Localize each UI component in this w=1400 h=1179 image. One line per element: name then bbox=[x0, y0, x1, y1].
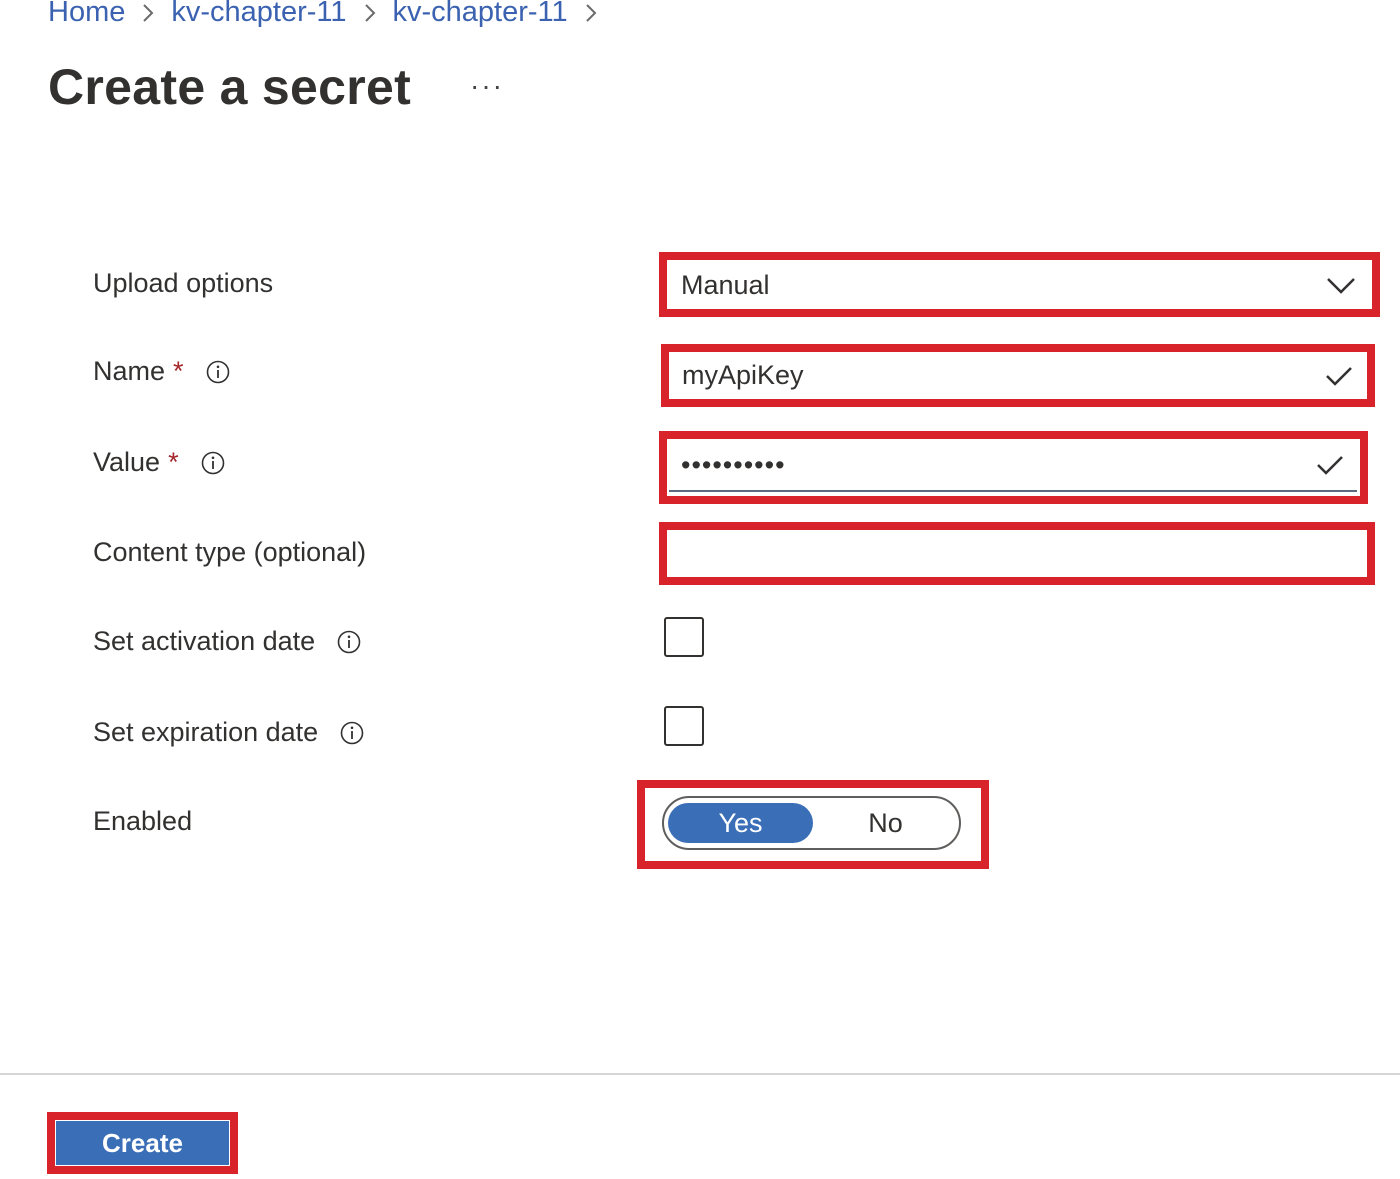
name-input-value: myApiKey bbox=[682, 360, 804, 390]
info-icon[interactable] bbox=[337, 630, 361, 654]
required-marker: * bbox=[168, 447, 179, 477]
more-options-button[interactable]: ··· bbox=[470, 70, 504, 102]
info-icon[interactable] bbox=[340, 721, 364, 745]
activation-date-label: Set activation date bbox=[93, 626, 361, 657]
checkmark-icon bbox=[1313, 448, 1347, 482]
expiration-date-label: Set expiration date bbox=[93, 717, 364, 748]
enabled-toggle[interactable]: Yes No bbox=[662, 796, 961, 850]
upload-options-label-text: Upload options bbox=[93, 268, 274, 298]
activation-date-checkbox[interactable] bbox=[664, 617, 704, 657]
enabled-label: Enabled bbox=[93, 806, 192, 837]
content-type-label-text: Content type (optional) bbox=[93, 537, 367, 567]
value-input[interactable]: •••••••••• bbox=[669, 440, 1357, 492]
breadcrumb-secrets[interactable]: kv-chapter-11 bbox=[393, 0, 568, 29]
upload-options-value: Manual bbox=[681, 269, 770, 300]
breadcrumb-keyvault[interactable]: kv-chapter-11 bbox=[171, 0, 346, 29]
upload-options-dropdown[interactable]: Manual bbox=[669, 262, 1368, 308]
required-marker: * bbox=[173, 356, 184, 386]
expiration-date-checkbox[interactable] bbox=[664, 706, 704, 746]
breadcrumb-home[interactable]: Home bbox=[48, 0, 125, 29]
create-secret-page: Home kv-chapter-11 kv-chapter-11 Create … bbox=[0, 0, 1400, 1179]
checkmark-icon bbox=[1322, 359, 1356, 393]
value-input-masked: •••••••••• bbox=[681, 449, 786, 480]
info-icon[interactable] bbox=[201, 451, 225, 475]
activation-date-label-text: Set activation date bbox=[93, 626, 316, 656]
content-type-input[interactable] bbox=[669, 532, 1365, 575]
value-label: Value * bbox=[93, 447, 225, 478]
chevron-right-icon bbox=[363, 2, 377, 24]
footer-divider bbox=[0, 1073, 1400, 1075]
page-title: Create a secret bbox=[48, 59, 412, 115]
expiration-date-label-text: Set expiration date bbox=[93, 717, 319, 747]
upload-options-label: Upload options bbox=[93, 268, 273, 299]
chevron-down-icon bbox=[1324, 268, 1358, 302]
enabled-yes-option[interactable]: Yes bbox=[668, 803, 813, 843]
value-label-text: Value bbox=[93, 447, 161, 477]
content-type-label: Content type (optional) bbox=[93, 537, 366, 568]
breadcrumb: Home kv-chapter-11 kv-chapter-11 bbox=[48, 0, 614, 29]
enabled-label-text: Enabled bbox=[93, 806, 193, 836]
enabled-no-option[interactable]: No bbox=[813, 803, 958, 843]
create-button[interactable]: Create bbox=[56, 1121, 229, 1165]
info-icon[interactable] bbox=[206, 360, 230, 384]
name-label-text: Name bbox=[93, 356, 166, 386]
name-input[interactable]: myApiKey bbox=[670, 353, 1366, 398]
name-label: Name * bbox=[93, 356, 230, 387]
chevron-right-icon bbox=[584, 2, 598, 24]
chevron-right-icon bbox=[141, 2, 155, 24]
